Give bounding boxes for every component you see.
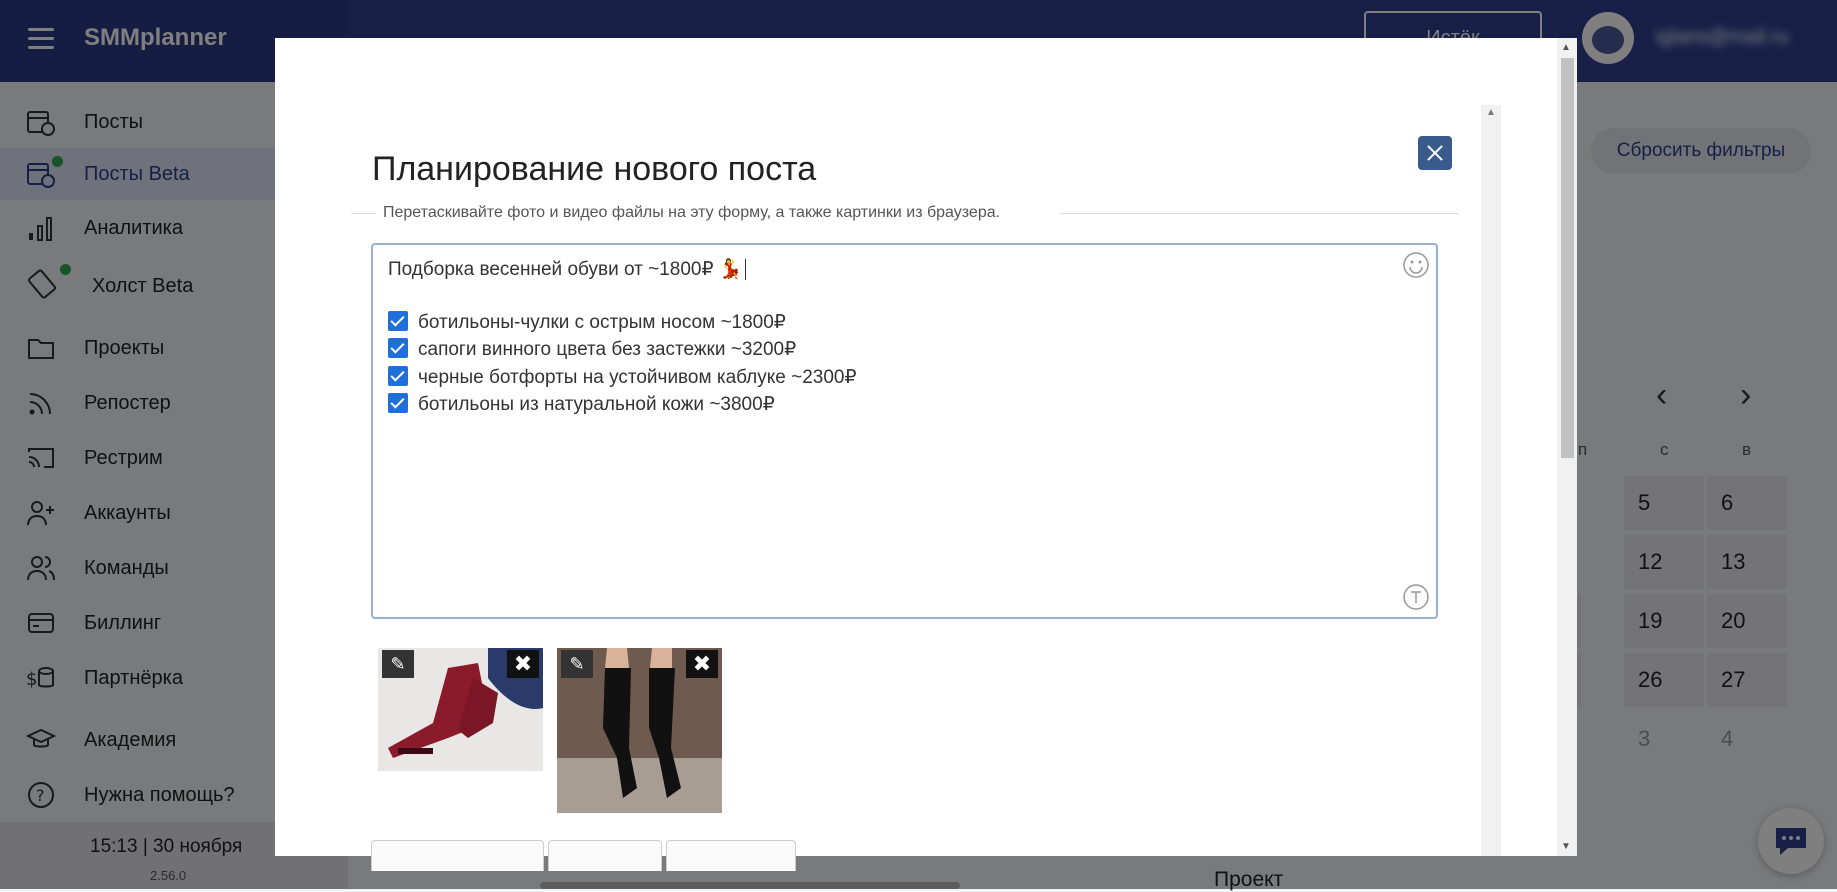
smiley-icon[interactable] bbox=[1402, 251, 1430, 279]
checkbox-emoji-icon bbox=[388, 338, 408, 358]
checkbox-emoji-icon bbox=[388, 393, 408, 413]
post-headline: Подборка весенней обуви от ~1800₽ 💃 bbox=[388, 257, 746, 281]
list-item: черные ботфорты на устойчивом каблуке ~2… bbox=[388, 366, 857, 389]
toolbar-button[interactable] bbox=[666, 840, 796, 871]
modal-scrollbar[interactable]: ▲ ▼ bbox=[1557, 38, 1577, 856]
list-item: ботильоны из натуральной кожи ~3800₽ bbox=[388, 393, 775, 416]
divider bbox=[351, 213, 376, 214]
media-thumbnail[interactable]: ✎ ✖ bbox=[378, 648, 543, 771]
checkbox-emoji-icon bbox=[388, 366, 408, 386]
drop-hint: Перетаскивайте фото и видео файлы на эту… bbox=[383, 204, 1001, 222]
edit-media-icon[interactable]: ✎ bbox=[561, 650, 593, 678]
scroll-down-icon[interactable]: ▼ bbox=[1561, 841, 1571, 852]
scroll-up-icon[interactable]: ▲ bbox=[1486, 107, 1496, 118]
list-item: ботильоны-чулки с острым носом ~1800₽ bbox=[388, 311, 786, 334]
text-format-icon[interactable] bbox=[1402, 583, 1430, 611]
list-item-text: черные ботфорты на устойчивом каблуке ~2… bbox=[418, 367, 857, 388]
close-icon[interactable] bbox=[1418, 136, 1452, 170]
toolbar-button[interactable] bbox=[548, 840, 662, 871]
checkbox-emoji-icon bbox=[388, 311, 408, 331]
page-title: Планирование нового поста bbox=[372, 150, 817, 188]
media-thumbnail[interactable]: ✎ ✖ bbox=[557, 648, 722, 813]
inner-scrollbar[interactable]: ▲ bbox=[1481, 105, 1501, 856]
scrollbar-thumb[interactable] bbox=[1561, 58, 1574, 458]
list-item-text: ботильоны-чулки с острым носом ~1800₽ bbox=[418, 312, 786, 333]
scroll-up-icon[interactable]: ▲ bbox=[1561, 42, 1571, 53]
edit-media-icon[interactable]: ✎ bbox=[382, 650, 414, 678]
delete-media-icon[interactable]: ✖ bbox=[507, 650, 539, 678]
post-headline-text: Подборка весенней обуви от ~1800₽ bbox=[388, 259, 714, 280]
dancer-emoji-icon: 💃 bbox=[718, 259, 743, 280]
divider bbox=[1060, 213, 1458, 214]
delete-media-icon[interactable]: ✖ bbox=[686, 650, 718, 678]
list-item-text: сапоги винного цвета без застежки ~3200₽ bbox=[418, 339, 797, 360]
list-item: сапоги винного цвета без застежки ~3200₽ bbox=[388, 338, 796, 361]
list-item-text: ботильоны из натуральной кожи ~3800₽ bbox=[418, 394, 775, 415]
toolbar-button[interactable] bbox=[371, 840, 544, 871]
post-text-editor[interactable]: Подборка весенней обуви от ~1800₽ 💃 боти… bbox=[371, 243, 1438, 619]
